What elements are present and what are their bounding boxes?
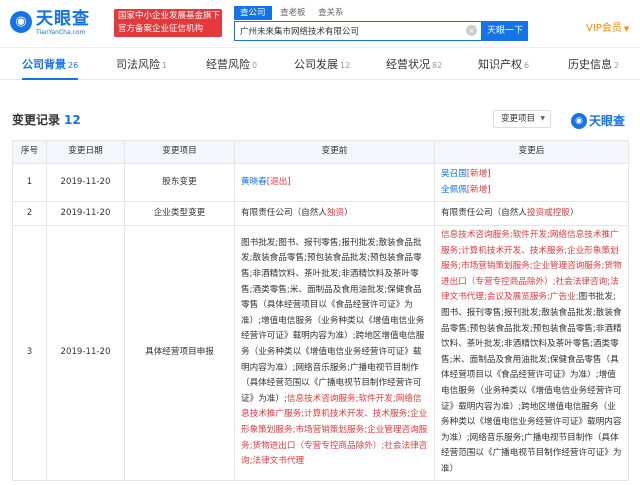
search-input[interactable] — [235, 22, 465, 40]
logo-text: 天眼查 — [36, 9, 90, 29]
fund-badge-line2: 官方备案企业征信机构 — [118, 24, 204, 34]
tab-label: 历史信息 — [568, 58, 612, 71]
search-tab-boss[interactable]: 查老板 — [274, 6, 312, 20]
tab-label: 经营风险 — [206, 58, 250, 71]
col-header-date: 变更日期 — [46, 140, 125, 164]
after-text: 有限责任公司（自然人 — [441, 207, 527, 218]
search-tab-company[interactable]: 查公司 — [234, 6, 272, 20]
tab-count: 12 — [340, 61, 351, 70]
main-tabs: 公司背景 26 司法风险 1 经营风险 0 公司发展 12 经营状况 82 知识产权 6 历… — [0, 54, 640, 80]
tab-count: 82 — [432, 61, 443, 70]
before-text: 图书批发;图书、报刊零售;报刊批发;散装食品批发;散装食品零售;预包装食品批发;… — [241, 237, 425, 404]
eye-logo-icon: ◉ — [571, 112, 587, 129]
tab-count: 6 — [524, 61, 530, 70]
search-box: × — [234, 21, 482, 41]
tab-label: 知识产权 — [478, 58, 522, 71]
eye-logo-icon: ◉ — [10, 11, 32, 33]
before-text-end: ） — [344, 207, 353, 218]
table-row: 3 2019-11-20 具体经营项目申报 图书批发;图书、报刊零售;报刊批发;… — [12, 225, 629, 481]
col-header-item: 变更项目 — [124, 140, 235, 164]
tab-count: 26 — [68, 61, 79, 70]
shareholder-link[interactable]: 吴召国 — [441, 169, 467, 179]
tab-intellectual-property[interactable]: 知识产权 6 — [478, 54, 529, 80]
changed-text: 信息技术咨询服务;软件开发;网络信息技术推广服务;计算机技术开发、技术服务;企业… — [241, 393, 428, 467]
cell-index: 3 — [12, 225, 47, 481]
cell-item: 企业类型变更 — [124, 201, 235, 226]
col-header-after: 变更后 — [434, 140, 629, 164]
tab-count: 0 — [252, 61, 258, 70]
col-header-before: 变更前 — [234, 140, 435, 164]
search-tab-relation[interactable]: 查关系 — [312, 6, 350, 20]
cell-after: 吴召国[新增] 全佩佩[新增] — [434, 163, 629, 202]
cell-index: 2 — [12, 201, 47, 226]
watermark-text: 天眼查 — [589, 114, 626, 128]
status-tag: [新增] — [466, 184, 491, 195]
cell-item: 股东变更 — [124, 163, 235, 202]
tab-label: 公司背景 — [22, 58, 66, 71]
cell-before: 黄晓春[退出] — [234, 163, 435, 202]
tab-company-development[interactable]: 公司发展 12 — [294, 54, 350, 80]
search-button[interactable]: 天眼一下 — [482, 21, 528, 41]
section-count: 12 — [64, 113, 81, 127]
cell-date: 2019-11-20 — [46, 201, 125, 226]
section-title: 变更记录 12 — [12, 112, 81, 128]
tab-business-status[interactable]: 经营状况 82 — [386, 54, 442, 80]
change-records-table: 序号 变更日期 变更项目 变更前 变更后 1 2019-11-20 股东变更 黄… — [12, 140, 629, 481]
cell-date: 2019-11-20 — [46, 163, 125, 202]
changed-text: 独资 — [326, 207, 345, 218]
cell-after: 信息技术咨询服务;软件开发;网络信息技术推广服务;计算机技术开发、技术服务;企业… — [434, 225, 629, 481]
cell-date: 2019-11-20 — [46, 225, 125, 481]
tab-count: 1 — [162, 61, 168, 70]
tab-label: 司法风险 — [116, 58, 160, 71]
changed-text: 投资或控股 — [526, 207, 570, 218]
shareholder-link[interactable]: 黄晓春 — [241, 177, 267, 187]
status-tag: [新增] — [466, 168, 491, 179]
logo-subtext: TianYanCha.com — [36, 29, 86, 36]
cell-before: 有限责任公司（自然人独资） — [234, 201, 435, 226]
chevron-down-icon: ▼ — [623, 25, 630, 33]
cell-after: 有限责任公司（自然人投资或控股） — [434, 201, 629, 226]
table-row: 1 2019-11-20 股东变更 黄晓春[退出] 吴召国[新增] 全佩佩[新增… — [12, 163, 629, 202]
tab-company-background[interactable]: 公司背景 26 — [22, 54, 79, 80]
change-item-dropdown[interactable]: 变更项目 ▼ — [493, 110, 551, 128]
col-header-index: 序号 — [12, 140, 47, 164]
tab-history[interactable]: 历史信息 2 — [568, 54, 619, 80]
tab-business-risk[interactable]: 经营风险 0 — [206, 54, 257, 80]
section-title-text: 变更记录 — [12, 113, 61, 127]
tab-judicial-risk[interactable]: 司法风险 1 — [116, 54, 167, 80]
table-header-row: 序号 变更日期 变更项目 变更前 变更后 — [12, 140, 629, 164]
shareholder-link[interactable]: 全佩佩 — [441, 185, 467, 195]
chevron-down-icon: ▼ — [540, 115, 545, 122]
fund-badge-line1: 国家中小企业发展基金旗下 — [118, 11, 221, 21]
site-logo[interactable]: ◉ 天眼查 TianYanCha.com — [10, 9, 110, 37]
vip-menu[interactable]: VIP会员 ▼ — [586, 22, 629, 36]
cell-before: 图书批发;图书、报刊零售;报刊批发;散装食品批发;散装食品零售;预包装食品批发;… — [234, 225, 435, 481]
top-header: ◉ 天眼查 TianYanCha.com 国家中小企业发展基金旗下 官方备案企业… — [0, 0, 640, 48]
before-text: 有限责任公司（自然人 — [241, 207, 327, 218]
table-row: 2 2019-11-20 企业类型变更 有限责任公司（自然人独资） 有限责任公司… — [12, 201, 629, 226]
after-text-end: ） — [569, 207, 579, 218]
tab-label: 经营状况 — [386, 58, 430, 71]
tab-label: 公司发展 — [294, 58, 338, 71]
status-tag: [退出] — [266, 176, 291, 187]
tab-count: 2 — [614, 61, 620, 70]
cell-item: 具体经营项目申报 — [124, 225, 235, 481]
watermark-logo: ◉ 天眼查 — [571, 110, 626, 129]
dropdown-label: 变更项目 — [501, 114, 536, 124]
cell-index: 1 — [12, 163, 47, 202]
fund-badge: 国家中小企业发展基金旗下 官方备案企业征信机构 — [114, 9, 222, 37]
vip-label: VIP会员 — [586, 23, 622, 34]
after-text: 图书批发;图书、报刊零售;报刊批发;散装食品批发;散装食品零售;预包装食品批发;… — [441, 292, 622, 474]
clear-icon[interactable]: × — [466, 25, 477, 36]
